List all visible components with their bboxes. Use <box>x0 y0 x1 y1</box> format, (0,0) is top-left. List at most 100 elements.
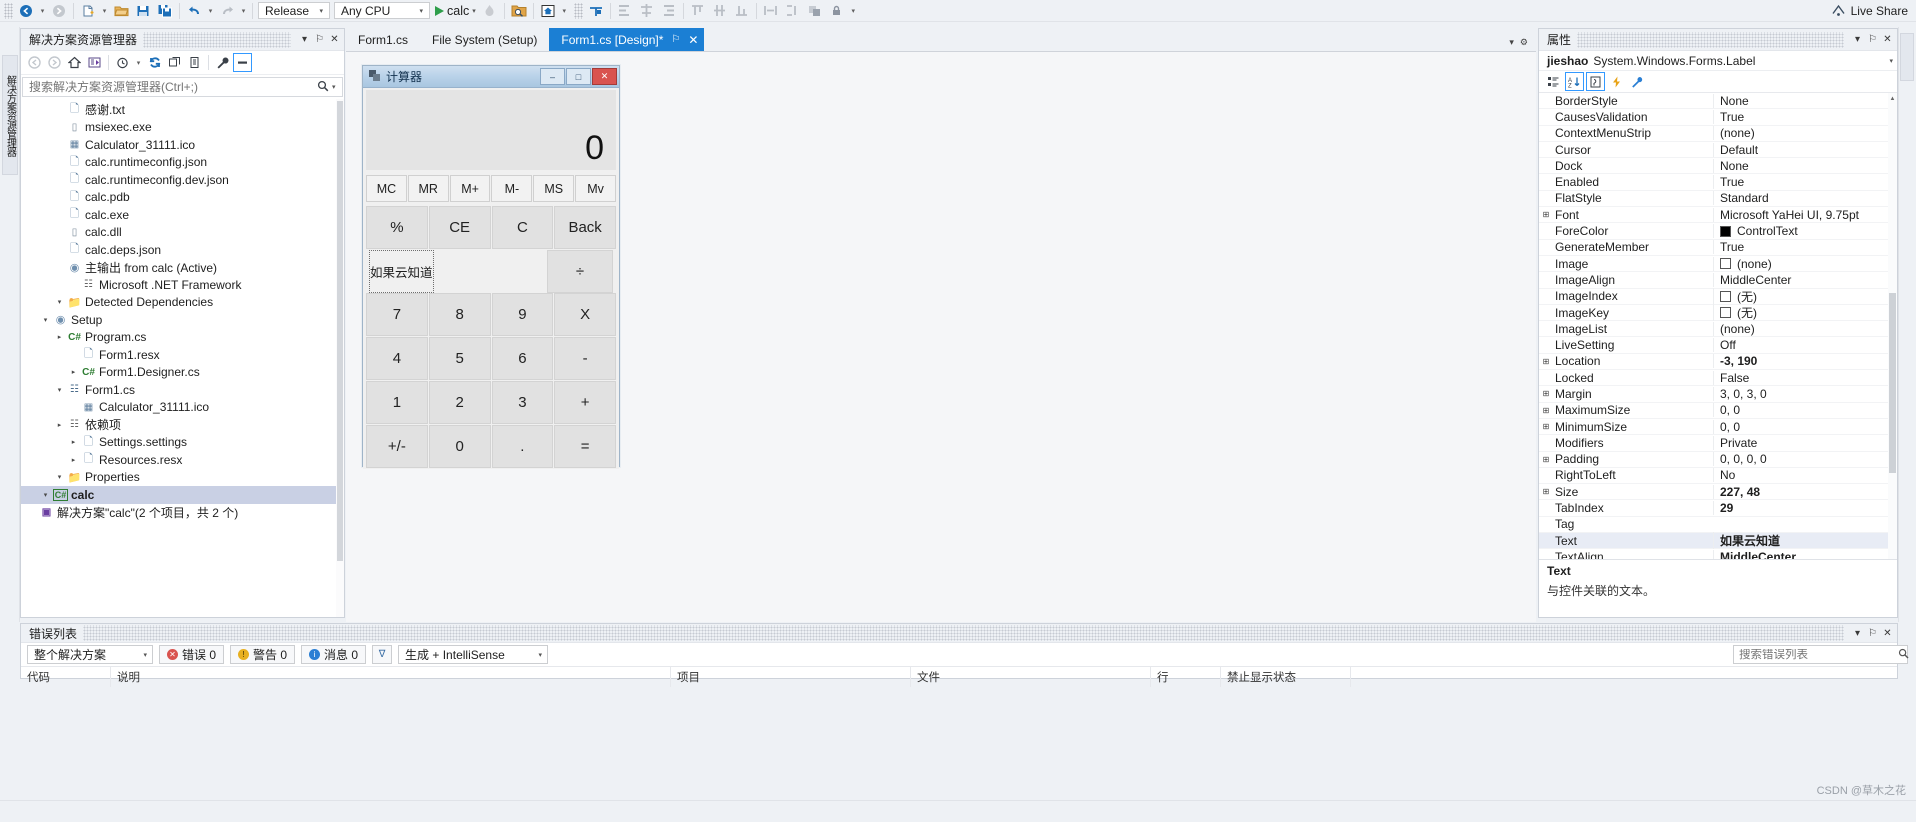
property-row[interactable]: ImageIndex (无) <box>1539 287 1897 305</box>
tree-item[interactable]: ▾ ◉ Setup <box>21 311 344 329</box>
button-equals[interactable]: = <box>554 425 616 468</box>
expander-closed-icon[interactable]: ▸ <box>53 333 66 341</box>
make-same-width-icon[interactable] <box>760 1 782 21</box>
properties-view-icon[interactable] <box>1586 72 1605 91</box>
live-share-button[interactable]: Live Share <box>1831 4 1908 18</box>
rail-tab-solution-explorer[interactable]: 解决方案资源管理器 <box>2 55 18 175</box>
undo-dropdown-icon[interactable]: ▾ <box>205 1 216 21</box>
memory-button-mc[interactable]: MC <box>366 175 407 202</box>
form-maximize-button[interactable]: □ <box>566 68 591 85</box>
solution-explorer-search[interactable]: ▾ <box>22 77 343 97</box>
lock-controls-icon[interactable] <box>826 1 848 21</box>
button-back[interactable]: Back <box>554 206 616 249</box>
preview-selected-items-icon[interactable] <box>233 53 252 72</box>
property-value-cell[interactable]: Private <box>1713 435 1897 450</box>
button-3[interactable]: 3 <box>491 381 554 424</box>
properties-scrollbar[interactable]: ▲ <box>1888 93 1897 559</box>
button-decimal[interactable]: . <box>491 425 554 468</box>
tree-item[interactable]: 🗋 calc.deps.json <box>21 241 344 259</box>
alphabetical-view-icon[interactable]: AZ <box>1565 72 1584 91</box>
categorized-view-icon[interactable] <box>1544 72 1563 91</box>
memory-button-mr[interactable]: MR <box>407 175 449 202</box>
property-value-cell[interactable]: MiddleCenter <box>1713 549 1897 559</box>
property-value-cell[interactable]: Standard <box>1713 191 1897 206</box>
tree-item[interactable]: 🗋 calc.exe <box>21 206 344 224</box>
error-list-search[interactable] <box>1733 645 1909 664</box>
find-in-files-icon[interactable] <box>508 1 530 21</box>
memory-button-mplus[interactable]: M+ <box>449 175 491 202</box>
property-value-cell[interactable]: (none) <box>1713 321 1897 336</box>
tree-item[interactable]: ▾ ☷ Form1.cs <box>21 381 344 399</box>
property-row[interactable]: TabIndex 29 <box>1539 500 1897 517</box>
panel-dropdown-icon[interactable]: ▾ <box>1850 624 1865 642</box>
search-icon[interactable] <box>1898 648 1909 662</box>
tree-item[interactable]: 🗋 calc.pdb <box>21 189 344 207</box>
property-value-cell[interactable]: Off <box>1713 338 1897 353</box>
undo-icon[interactable] <box>183 1 205 21</box>
warning-count-toggle[interactable]: ! 警告 0 <box>230 645 296 664</box>
toolbar-overflow-icon[interactable]: ▾ <box>848 1 859 21</box>
error-list-column-header[interactable]: 禁止显示状态 <box>1221 667 1351 687</box>
button-multiply[interactable]: X <box>554 293 616 336</box>
tree-item[interactable]: ▸ C# Form1.Designer.cs <box>21 364 344 382</box>
tree-scrollbar[interactable] <box>336 99 344 617</box>
tree-item[interactable]: ☷ Microsoft .NET Framework <box>21 276 344 294</box>
error-count-toggle[interactable]: ✕ 错误 0 <box>159 645 225 664</box>
calculator-display[interactable]: 0 <box>366 90 616 170</box>
property-value-cell[interactable]: 3, 0, 3, 0 <box>1713 386 1897 401</box>
property-value-cell[interactable]: None <box>1713 93 1897 108</box>
property-row[interactable]: ContextMenuStrip (none) <box>1539 126 1897 142</box>
button-7[interactable]: 7 <box>366 293 428 336</box>
hot-reload-icon[interactable] <box>479 1 501 21</box>
property-expander-icon[interactable]: ⊞ <box>1539 357 1553 366</box>
back-icon[interactable] <box>25 53 44 72</box>
button-8[interactable]: 8 <box>428 293 491 336</box>
navigate-back-icon[interactable] <box>15 1 37 21</box>
forward-icon[interactable] <box>45 53 64 72</box>
property-row[interactable]: LiveSetting Off <box>1539 337 1897 354</box>
property-value-cell[interactable]: (无) <box>1713 304 1897 322</box>
bring-to-front-icon[interactable] <box>804 1 826 21</box>
toolbar-grip-2[interactable] <box>573 2 583 19</box>
button-4[interactable]: 4 <box>366 337 428 380</box>
expander-open-icon[interactable]: ▾ <box>39 491 52 499</box>
property-row[interactable]: Text 如果云知道 <box>1539 532 1897 550</box>
property-value-cell[interactable]: Microsoft YaHei UI, 9.75pt <box>1713 207 1897 222</box>
property-value-cell[interactable]: (none) <box>1713 256 1897 271</box>
scroll-up-icon[interactable]: ▲ <box>1888 93 1897 105</box>
button-divide[interactable]: ÷ <box>547 250 613 293</box>
property-row[interactable]: Modifiers Private <box>1539 435 1897 452</box>
property-expander-icon[interactable]: ⊞ <box>1539 406 1553 415</box>
expander-open-icon[interactable]: ▾ <box>53 473 66 481</box>
error-list-column-header[interactable]: 代码 <box>21 667 111 687</box>
open-file-icon[interactable] <box>110 1 132 21</box>
editor-tab[interactable]: File System (Setup) <box>420 28 550 51</box>
tree-item[interactable]: ▾ 📁 Detected Dependencies <box>21 294 344 312</box>
pending-changes-dropdown-icon[interactable]: ▾ <box>133 55 144 71</box>
error-scope-combo[interactable]: 整个解决方案 ▾ <box>27 645 153 664</box>
property-row[interactable]: ImageList (none) <box>1539 321 1897 338</box>
tree-item[interactable]: 🗋 Form1.resx <box>21 346 344 364</box>
editor-tab[interactable]: Form1.cs [Design]* ⚐ ✕ <box>549 28 705 51</box>
property-value-cell[interactable]: 29 <box>1713 501 1897 516</box>
align-to-grid-icon[interactable] <box>585 1 607 21</box>
tab-list-dropdown-icon[interactable]: ▾ <box>1509 37 1514 48</box>
collapse-all-icon[interactable] <box>165 53 184 72</box>
panel-pin-icon[interactable]: ⚐ <box>312 31 327 49</box>
align-rights-icon[interactable] <box>658 1 680 21</box>
message-count-toggle[interactable]: i 消息 0 <box>301 645 367 664</box>
button-0[interactable]: 0 <box>428 425 491 468</box>
rail-tab-properties[interactable] <box>1900 33 1914 81</box>
property-row[interactable]: Enabled True <box>1539 174 1897 191</box>
tree-item[interactable]: 🗋 calc.runtimeconfig.dev.json <box>21 171 344 189</box>
expander-closed-icon[interactable]: ▸ <box>67 368 80 376</box>
property-expander-icon[interactable]: ⊞ <box>1539 210 1553 219</box>
tab-close-icon[interactable]: ✕ <box>688 33 698 47</box>
property-value-cell[interactable]: True <box>1713 109 1897 124</box>
property-pages-icon[interactable] <box>1628 72 1647 91</box>
tree-item[interactable]: ▸ ☷ 依赖项 <box>21 416 344 434</box>
tab-pin-icon[interactable]: ⚐ <box>671 34 680 45</box>
button-9[interactable]: 9 <box>491 293 554 336</box>
form-minimize-button[interactable]: – <box>540 68 565 85</box>
property-row[interactable]: ⊞ Font Microsoft YaHei UI, 9.75pt <box>1539 207 1897 224</box>
